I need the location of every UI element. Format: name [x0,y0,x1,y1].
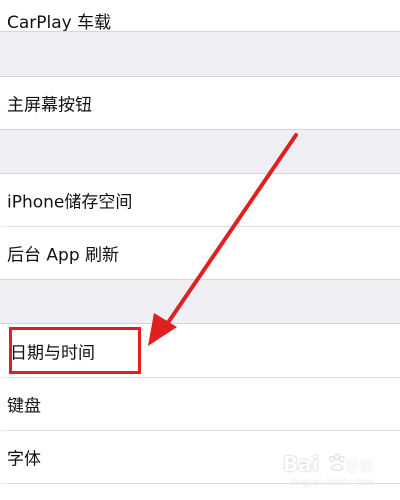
section-gap [0,130,400,173]
settings-row-home-button-label: 主屏幕按钮 [7,95,92,116]
watermark-brand: Bai [283,452,319,476]
settings-row-carplay-label: CarPlay 车载 [7,13,112,33]
settings-row-home-button[interactable]: 主屏幕按钮 [0,77,400,129]
settings-row-fonts-label: 字体 [7,449,41,470]
watermark-domain: jingyan.baidu.com [291,478,375,488]
settings-row-background-refresh-label: 后台 App 刷新 [7,245,120,266]
watermark-brand-suffix: 经验 [345,459,373,475]
settings-row-carplay[interactable]: CarPlay 车载 [0,0,400,33]
settings-list: CarPlay 车载 主屏幕按钮 iPhone储存空间 后台 App 刷新 日期… [0,0,400,500]
settings-row-iphone-storage[interactable]: iPhone储存空间 [0,174,400,226]
settings-row-iphone-storage-label: iPhone储存空间 [7,192,133,213]
settings-row-keyboard[interactable]: 键盘 [0,378,400,430]
section-gap [0,32,400,76]
baidu-paw-icon [329,453,345,471]
baidu-watermark: Bai 经验 jingyan.baidu.com [283,452,395,494]
settings-row-background-refresh[interactable]: 后台 App 刷新 [0,227,400,279]
section-gap [0,280,400,323]
annotation-highlight-box [9,327,141,374]
settings-row-keyboard-label: 键盘 [7,396,41,417]
